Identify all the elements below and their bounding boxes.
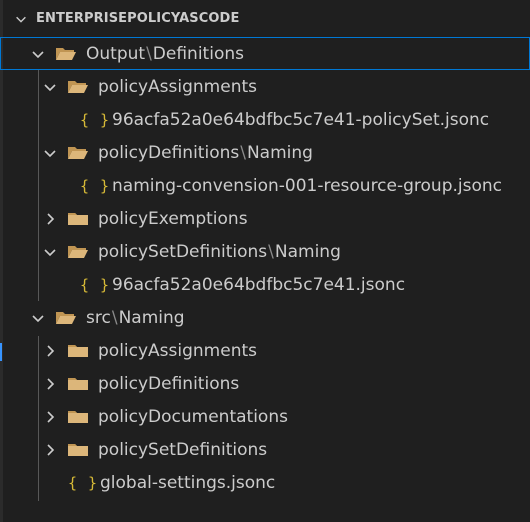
- chevron-down-icon[interactable]: [30, 310, 46, 326]
- file-label: 96acfa52a0e64bdfbc5c7e41.jsonc: [112, 274, 406, 295]
- folder-label: policySetDefinitions\Naming: [98, 241, 341, 262]
- tree-folder-src-policydocumentations[interactable]: policyDocumentations: [0, 400, 530, 433]
- tree-file-policyset-definition-jsonc[interactable]: { } 96acfa52a0e64bdfbc5c7e41.jsonc: [0, 268, 530, 301]
- json-braces-icon: { }: [68, 473, 99, 492]
- chevron-right-icon[interactable]: [42, 376, 58, 392]
- file-explorer: ENTERPRISEPOLICYASCODE Output\Definition…: [0, 0, 530, 522]
- tree-folder-policyexemptions[interactable]: policyExemptions: [0, 202, 530, 235]
- folder-label: policyDefinitions: [98, 373, 240, 394]
- chevron-right-icon[interactable]: [42, 409, 58, 425]
- chevron-down-icon[interactable]: [42, 145, 58, 161]
- section-header[interactable]: ENTERPRISEPOLICYASCODE: [0, 0, 530, 37]
- folder-icon: [67, 343, 89, 359]
- chevron-down-icon[interactable]: [42, 244, 58, 260]
- json-braces-icon: { }: [80, 110, 111, 129]
- chevron-down-icon[interactable]: [14, 12, 30, 26]
- folder-open-icon: [67, 244, 89, 260]
- chevron-down-icon[interactable]: [42, 79, 58, 95]
- folder-open-icon: [55, 46, 77, 62]
- folder-label: policyDocumentations: [98, 406, 288, 427]
- json-braces-icon: { }: [80, 176, 111, 195]
- folder-label: policyExemptions: [98, 208, 248, 229]
- chevron-right-icon[interactable]: [42, 442, 58, 458]
- json-braces-icon: { }: [80, 275, 111, 294]
- chevron-right-icon[interactable]: [42, 211, 58, 227]
- tree-folder-output-definitions[interactable]: Output\Definitions: [0, 37, 530, 70]
- sash-indicator: [0, 343, 2, 361]
- tree-file-global-settings-jsonc[interactable]: { } global-settings.jsonc: [0, 466, 530, 499]
- file-label: naming-convension-001-resource-group.jso…: [112, 175, 503, 196]
- folder-label: policySetDefinitions: [98, 439, 268, 460]
- tree-file-naming-convension-jsonc[interactable]: { } naming-convension-001-resource-group…: [0, 169, 530, 202]
- folder-open-icon: [55, 310, 77, 326]
- folder-icon: [67, 442, 89, 458]
- file-tree: Output\Definitions policyAssignments { }…: [0, 37, 530, 499]
- chevron-right-icon[interactable]: [42, 343, 58, 359]
- folder-label: policyAssignments: [98, 340, 257, 361]
- tree-folder-src-policyassignments[interactable]: policyAssignments: [0, 334, 530, 367]
- file-label: global-settings.jsonc: [100, 472, 276, 493]
- tree-folder-src-policysetdefinitions[interactable]: policySetDefinitions: [0, 433, 530, 466]
- tree-folder-src-policydefinitions[interactable]: policyDefinitions: [0, 367, 530, 400]
- tree-folder-policysetdefinitions-naming[interactable]: policySetDefinitions\Naming: [0, 235, 530, 268]
- folder-icon: [67, 409, 89, 425]
- tree-file-policyset-jsonc[interactable]: { } 96acfa52a0e64bdfbc5c7e41-policySet.j…: [0, 103, 530, 136]
- folder-icon: [67, 211, 89, 227]
- folder-label: policyDefinitions\Naming: [98, 142, 313, 163]
- section-title: ENTERPRISEPOLICYASCODE: [36, 11, 240, 26]
- folder-open-icon: [67, 145, 89, 161]
- tree-folder-policydefinitions-naming[interactable]: policyDefinitions\Naming: [0, 136, 530, 169]
- tree-folder-src-naming[interactable]: src\Naming: [0, 301, 530, 334]
- tree-folder-policyassignments[interactable]: policyAssignments: [0, 70, 530, 103]
- folder-label: policyAssignments: [98, 76, 257, 97]
- folder-open-icon: [67, 79, 89, 95]
- folder-label: Output\Definitions: [86, 43, 244, 64]
- folder-icon: [67, 376, 89, 392]
- folder-label: src\Naming: [86, 307, 185, 328]
- chevron-down-icon[interactable]: [30, 46, 46, 62]
- file-label: 96acfa52a0e64bdfbc5c7e41-policySet.jsonc: [112, 109, 490, 130]
